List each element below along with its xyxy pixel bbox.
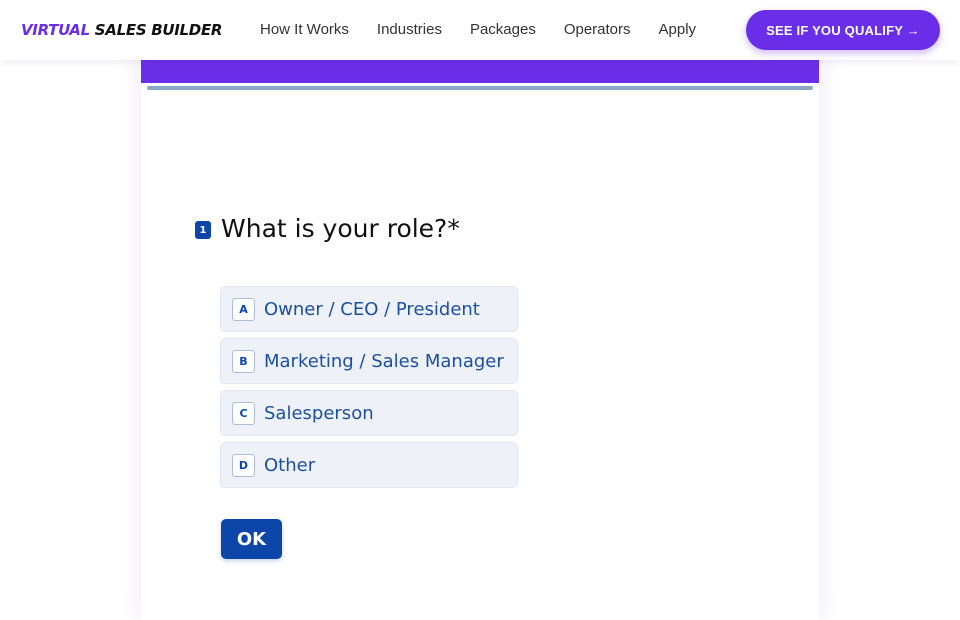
option-key-c: C [232,401,255,425]
question-title: What is your role?* [221,214,460,243]
option-key-b: B [232,349,255,373]
brand-logo[interactable]: VIRTUAL SALES BUILDER [21,19,222,41]
answer-options: A Owner / CEO / President B Marketing / … [220,286,518,494]
logo-accent-text: VIRTUAL [21,21,90,39]
option-owner-ceo-president[interactable]: A Owner / CEO / President [220,286,518,332]
ok-button[interactable]: OK [221,519,282,559]
question-number-badge: 1 [195,221,211,239]
option-marketing-sales-manager[interactable]: B Marketing / Sales Manager [220,338,518,384]
option-label: Owner / CEO / President [264,298,480,320]
nav-links: How It Works Industries Packages Operato… [260,20,696,40]
nav-link-apply[interactable]: Apply [659,20,697,40]
top-nav: VIRTUAL SALES BUILDER How It Works Indus… [0,0,960,60]
logo-rest-text: SALES BUILDER [89,21,223,39]
option-label: Salesperson [264,402,374,424]
nav-link-packages[interactable]: Packages [470,20,536,40]
option-key-d: D [232,453,255,477]
option-other[interactable]: D Other [220,442,518,488]
nav-link-operators[interactable]: Operators [564,20,631,40]
nav-link-industries[interactable]: Industries [377,20,442,40]
option-salesperson[interactable]: C Salesperson [220,390,518,436]
form-progress-bar [147,86,813,90]
option-label: Other [264,454,316,476]
see-if-you-qualify-button[interactable]: SEE IF YOU QUALIFY → [746,10,940,50]
option-label: Marketing / Sales Manager [264,350,504,372]
form-progress-fill [147,86,813,90]
nav-link-how-it-works[interactable]: How It Works [260,20,349,40]
option-key-a: A [232,297,255,321]
